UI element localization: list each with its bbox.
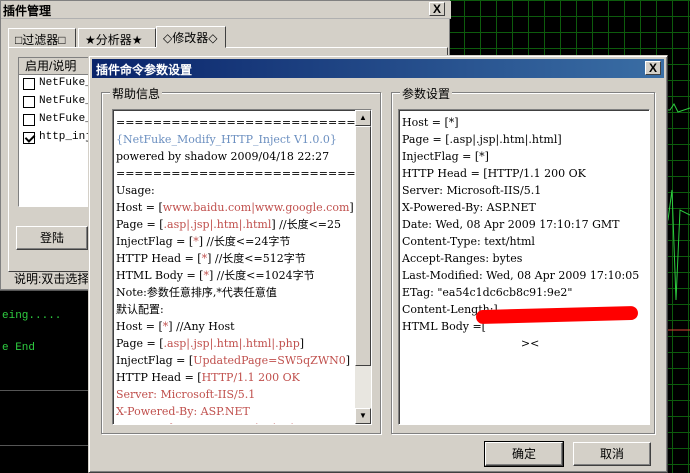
list-item[interactable]: NetFuke_M [19, 93, 97, 111]
dialog-title-bar: 插件命令参数设置 X [92, 59, 664, 78]
main-close-button[interactable]: X [429, 2, 445, 16]
help-line-suffix: ] [299, 337, 305, 350]
scrollbar-thumb[interactable] [355, 126, 371, 366]
main-window-title: 插件管理 [3, 4, 52, 18]
console-line: eing..... [2, 310, 62, 322]
scroll-up-arrow-icon[interactable]: ▲ [355, 110, 371, 126]
close-icon: X [432, 2, 441, 16]
help-line-suffix: ] //Any Host [168, 320, 235, 333]
params-text-area[interactable]: Host = [*] Page = [.asp|.jsp|.htm|.html] I… [398, 109, 650, 425]
help-line: ================================ [116, 167, 357, 180]
tab-analyzer[interactable]: ★分析器★ [78, 28, 156, 48]
param-line: X-Powered-By: ASP.NET [402, 201, 536, 214]
console-separator [0, 290, 90, 291]
help-line: Page = [.asp|.jsp|.htm|.html] //长度<=25 [113, 216, 357, 233]
param-line: >< [402, 337, 540, 350]
help-line: powered by shadow 2009/04/18 22:27 [116, 150, 330, 163]
help-line: HTTP Head = [HTTP/1.1 200 OK [113, 369, 357, 386]
param-line: Page = [.asp|.jsp|.htm|.html] [402, 133, 562, 146]
tab-filter[interactable]: □过滤器□ [8, 28, 76, 48]
param-line: ETag: "ea54c1dc6cb8c91:9e2" [402, 286, 573, 299]
login-button[interactable]: 登陆 [16, 226, 88, 250]
params-group-label: 参数设置 [400, 85, 453, 102]
list-item[interactable]: NetFuke_M [19, 111, 97, 129]
plugin-params-dialog: 插件命令参数设置 X 帮助信息 ========================… [88, 55, 668, 473]
dialog-title: 插件命令参数设置 [96, 63, 193, 77]
plugin-list[interactable]: 启用/说明 NetFuke_M NetFuke_M NetFuke_M http… [18, 57, 98, 207]
help-line: Host = [www.baidu.com|www.google.com] // [113, 199, 357, 216]
param-line: InjectFlag = [*] [402, 150, 489, 163]
plugin-checkbox[interactable] [23, 114, 35, 126]
help-line-prefix: InjectFlag = [ [116, 354, 194, 367]
help-line: Page = [.asp|.jsp|.htm|.html|.php] [113, 335, 357, 352]
help-line-value: .asp|.jsp|.htm|.html|.php [163, 337, 300, 350]
help-line-value: .asp|.jsp|.htm|.html [163, 218, 272, 231]
help-text-area[interactable]: ================================ {NetFuke… [112, 109, 372, 425]
main-title-bar: 插件管理 X [1, 1, 451, 19]
help-line: Server: Microsoft-IIS/5.1 [116, 388, 256, 401]
help-vertical-scrollbar[interactable]: ▲ ▼ [355, 110, 371, 424]
param-line: Accept-Ranges: bytes [402, 252, 523, 265]
list-item[interactable]: NetFuke_M [19, 75, 97, 93]
params-settings-group: 参数设置 Host = [*] Page = [.asp|.jsp|.htm|.h… [391, 85, 655, 434]
plugin-checkbox-checked[interactable] [23, 132, 35, 144]
help-line-prefix: Host = [ [116, 201, 163, 214]
help-line-value: HTTP/1.1 200 OK [201, 371, 300, 384]
console-line: e End [2, 342, 36, 354]
dialog-close-button[interactable]: X [645, 61, 661, 75]
help-line-suffix: ] [345, 354, 351, 367]
param-line: Content-Type: text/html [402, 235, 535, 248]
help-line-prefix: InjectFlag = [ [116, 235, 194, 248]
help-line: ================================ [116, 116, 357, 129]
help-info-group: 帮助信息 ================================ {Ne… [101, 85, 381, 434]
console-separator [0, 445, 90, 446]
close-icon: X [648, 61, 657, 75]
help-line-prefix: HTTP Head = [ [116, 252, 202, 265]
help-line: Date: Wed, 08 Apr 2009 17:10:17 GMT [113, 420, 357, 424]
help-line: X-Powered-By: ASP.NET [116, 405, 250, 418]
help-line: HTTP Head = [*] //长度<=512字节 [113, 250, 357, 267]
plugin-checkbox[interactable] [23, 78, 35, 90]
scroll-down-arrow-icon[interactable]: ▼ [355, 408, 371, 424]
console-separator [0, 390, 90, 391]
list-header-enable-desc[interactable]: 启用/说明 [19, 58, 97, 75]
help-line-prefix: Page = [ [116, 337, 164, 350]
help-line: InjectFlag = [*] //长度<=24字节 [113, 233, 357, 250]
help-line: Usage: [116, 184, 155, 197]
param-line: Host = [*] [402, 116, 459, 129]
help-line: InjectFlag = [UpdatedPage=SW5qZWN0] [113, 352, 357, 369]
help-line: {NetFuke_Modify_HTTP_Inject V1.0.0} [116, 133, 337, 146]
help-line: Note:参数任意排序,*代表任意值 [116, 286, 277, 299]
help-line-suffix: ] //长度<=24字节 [198, 235, 291, 248]
help-line: Host = [*] //Any Host [113, 318, 357, 335]
help-line: 默认配置: [116, 303, 164, 316]
help-line-value: www.baidu.com|www.google.com [162, 201, 350, 214]
plugin-checkbox[interactable] [23, 96, 35, 108]
list-item[interactable]: http_injec [19, 129, 97, 147]
help-line-suffix: ] //长度<=25 [271, 218, 342, 231]
help-line-prefix: Host = [ [116, 320, 163, 333]
help-line-prefix: HTTP Head = [ [116, 371, 202, 384]
param-line: Date: Wed, 08 Apr 2009 17:10:17 GMT [402, 218, 620, 231]
param-line: Server: Microsoft-IIS/5.1 [402, 184, 542, 197]
cancel-button[interactable]: 取消 [573, 442, 651, 466]
ok-button[interactable]: 确定 [484, 441, 564, 467]
help-line-prefix: HTML Body = [ [116, 269, 204, 282]
help-text-content: ================================ {NetFuke… [113, 110, 357, 424]
help-line-suffix: ] //长度<=512字节 [207, 252, 306, 265]
help-line-suffix: ] //长度<=1024字节 [208, 269, 315, 282]
console-output: eing..... e End [0, 290, 90, 473]
param-line: HTTP Head = [HTTP/1.1 200 OK [402, 167, 586, 180]
tab-modifier[interactable]: ◇修改器◇ [156, 26, 226, 48]
param-line: Last-Modified: Wed, 08 Apr 2009 17:10:05 [402, 269, 640, 282]
help-group-label: 帮助信息 [110, 85, 163, 102]
help-line-value: UpdatedPage=SW5qZWN0 [193, 354, 346, 367]
help-line-prefix: Page = [ [116, 218, 164, 231]
help-line: HTML Body = [*] //长度<=1024字节 [113, 267, 357, 284]
